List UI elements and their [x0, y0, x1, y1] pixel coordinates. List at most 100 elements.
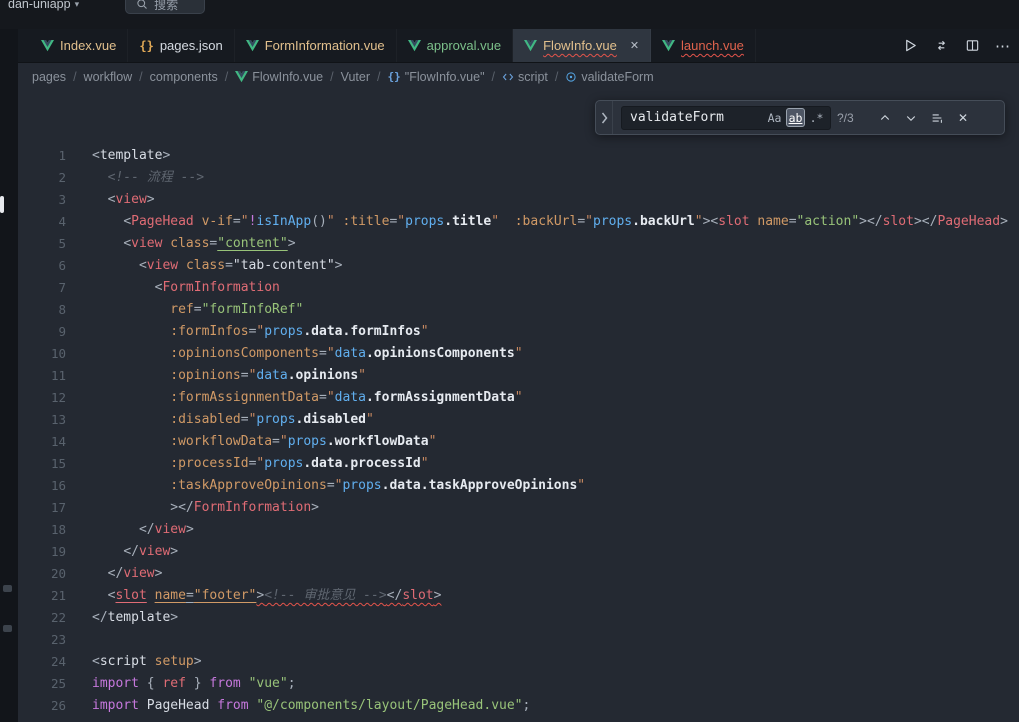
line-text: :taskApproveOpinions="props.data.taskApp… — [92, 475, 585, 497]
code-token — [147, 588, 155, 603]
editor-actions: ⋯ — [899, 29, 1019, 62]
line-number[interactable]: 23 — [18, 629, 66, 651]
code-token: </ — [123, 544, 139, 559]
line-number[interactable]: 12 — [18, 387, 66, 409]
split-editor-button[interactable] — [961, 35, 983, 57]
line-text: </view> — [92, 519, 194, 541]
breadcrumb-item-Vuter[interactable]: Vuter — [341, 70, 370, 84]
line-number[interactable]: 10 — [18, 343, 66, 365]
tab-pages.json[interactable]: {}pages.json — [128, 29, 234, 62]
tab-FormInformation.vue[interactable]: FormInformation.vue — [235, 29, 397, 62]
find-in-selection-button[interactable] — [927, 108, 947, 128]
previous-match-button[interactable] — [875, 108, 895, 128]
breadcrumb-separator: / — [555, 70, 558, 84]
code-token: view — [155, 522, 186, 537]
tab-launch.vue[interactable]: launch.vue — [651, 29, 756, 62]
line-text: :processId="props.data.processId" — [92, 453, 429, 475]
code-token: "@/components/layout/PageHead.vue" — [256, 698, 522, 713]
braces-icon: {} — [388, 70, 401, 83]
workspace-menu[interactable]: dan-uniapp ▾ — [8, 0, 79, 11]
regex-button[interactable]: .* — [807, 108, 826, 127]
code-token: :opinions — [170, 368, 240, 383]
line-number[interactable]: 4 — [18, 211, 66, 233]
code-token: " — [491, 214, 499, 229]
line-number[interactable]: 24 — [18, 651, 66, 673]
breadcrumb-item-script[interactable]: script — [502, 70, 548, 84]
line-number[interactable]: 25 — [18, 673, 66, 695]
code-token: props — [264, 456, 303, 471]
line-number[interactable]: 11 — [18, 365, 66, 387]
tab-label: Index.vue — [60, 38, 116, 53]
code-token: from — [217, 698, 248, 713]
line-number[interactable]: 9 — [18, 321, 66, 343]
code-token: .opinions — [288, 368, 358, 383]
code-token: :opinionsComponents — [170, 346, 319, 361]
line-number[interactable]: 15 — [18, 453, 66, 475]
breadcrumb-item-pages[interactable]: pages — [32, 70, 66, 84]
next-match-button[interactable] — [901, 108, 921, 128]
code-token: :title — [343, 214, 390, 229]
line-number[interactable]: 21 — [18, 585, 66, 607]
line-number[interactable]: 6 — [18, 255, 66, 277]
more-actions-button[interactable]: ⋯ — [992, 35, 1014, 57]
command-center-search[interactable]: 搜索 — [125, 0, 205, 14]
line-number[interactable]: 8 — [18, 299, 66, 321]
breadcrumb-item-components[interactable]: components — [150, 70, 218, 84]
line-number[interactable]: 20 — [18, 563, 66, 585]
breadcrumb-item-FlowInfo.vue[interactable]: FlowInfo.vue — [235, 70, 323, 84]
toggle-replace-button[interactable] — [596, 101, 613, 134]
code-token: " — [585, 214, 593, 229]
code-token: > — [186, 522, 194, 537]
code-token: props — [342, 478, 381, 493]
code-token: view — [139, 544, 170, 559]
code-token: < — [92, 654, 100, 669]
code-token: < — [123, 214, 131, 229]
code-token — [92, 346, 170, 361]
line-number[interactable]: 18 — [18, 519, 66, 541]
open-changes-button[interactable] — [930, 35, 952, 57]
line-number[interactable]: 2 — [18, 167, 66, 189]
line-number[interactable]: 17 — [18, 497, 66, 519]
find-input[interactable]: validateForm Aa ab .* — [621, 106, 831, 130]
code-token: name — [757, 214, 788, 229]
line-number[interactable]: 7 — [18, 277, 66, 299]
run-button[interactable] — [899, 35, 921, 57]
close-tab-icon[interactable]: ✕ — [630, 39, 639, 52]
editor[interactable]: validateForm Aa ab .* ?/3 — [18, 90, 1019, 722]
breadcrumb-item-FlowInfo.vue[interactable]: {}"FlowInfo.vue" — [388, 70, 485, 84]
tab-Index.vue[interactable]: Index.vue — [30, 29, 128, 62]
line-number[interactable]: 3 — [18, 189, 66, 211]
code-token: "tab-content" — [233, 258, 335, 273]
match-case-button[interactable]: Aa — [765, 108, 784, 127]
line-number[interactable]: 16 — [18, 475, 66, 497]
line-number[interactable]: 14 — [18, 431, 66, 453]
vue-icon — [246, 40, 259, 52]
tab-FlowInfo.vue[interactable]: FlowInfo.vue✕ — [513, 29, 651, 62]
line-text: </view> — [92, 541, 178, 563]
breadcrumb-item-validateForm[interactable]: validateForm — [565, 70, 653, 84]
line-number[interactable]: 1 — [18, 145, 66, 167]
breadcrumb-item-workflow[interactable]: workflow — [84, 70, 133, 84]
breadcrumb-separator: / — [139, 70, 142, 84]
code-token — [92, 588, 108, 603]
line-number[interactable]: 13 — [18, 409, 66, 431]
code-token: from — [209, 676, 240, 691]
line-number[interactable]: 19 — [18, 541, 66, 563]
breadcrumb-separator: / — [225, 70, 228, 84]
close-find-button[interactable]: ✕ — [953, 108, 973, 128]
code-token: slot — [883, 214, 914, 229]
line-number[interactable]: 5 — [18, 233, 66, 255]
line-number[interactable]: 22 — [18, 607, 66, 629]
line-number[interactable]: 26 — [18, 695, 66, 717]
breadcrumb-label: components — [150, 70, 218, 84]
code-token: data — [335, 390, 366, 405]
code-area[interactable]: 1<template>2 <!-- 流程 -->3 <view>4 <PageH… — [18, 90, 1019, 717]
whole-word-button[interactable]: ab — [786, 108, 805, 127]
code-token: import — [92, 676, 139, 691]
workspace-name: dan-uniapp — [8, 0, 71, 11]
tab-approval.vue[interactable]: approval.vue — [397, 29, 513, 62]
code-token — [92, 302, 170, 317]
code-line: 5 <view class="content"> — [18, 233, 1019, 255]
code-token: PageHead — [937, 214, 1000, 229]
activity-bar[interactable] — [0, 29, 18, 722]
